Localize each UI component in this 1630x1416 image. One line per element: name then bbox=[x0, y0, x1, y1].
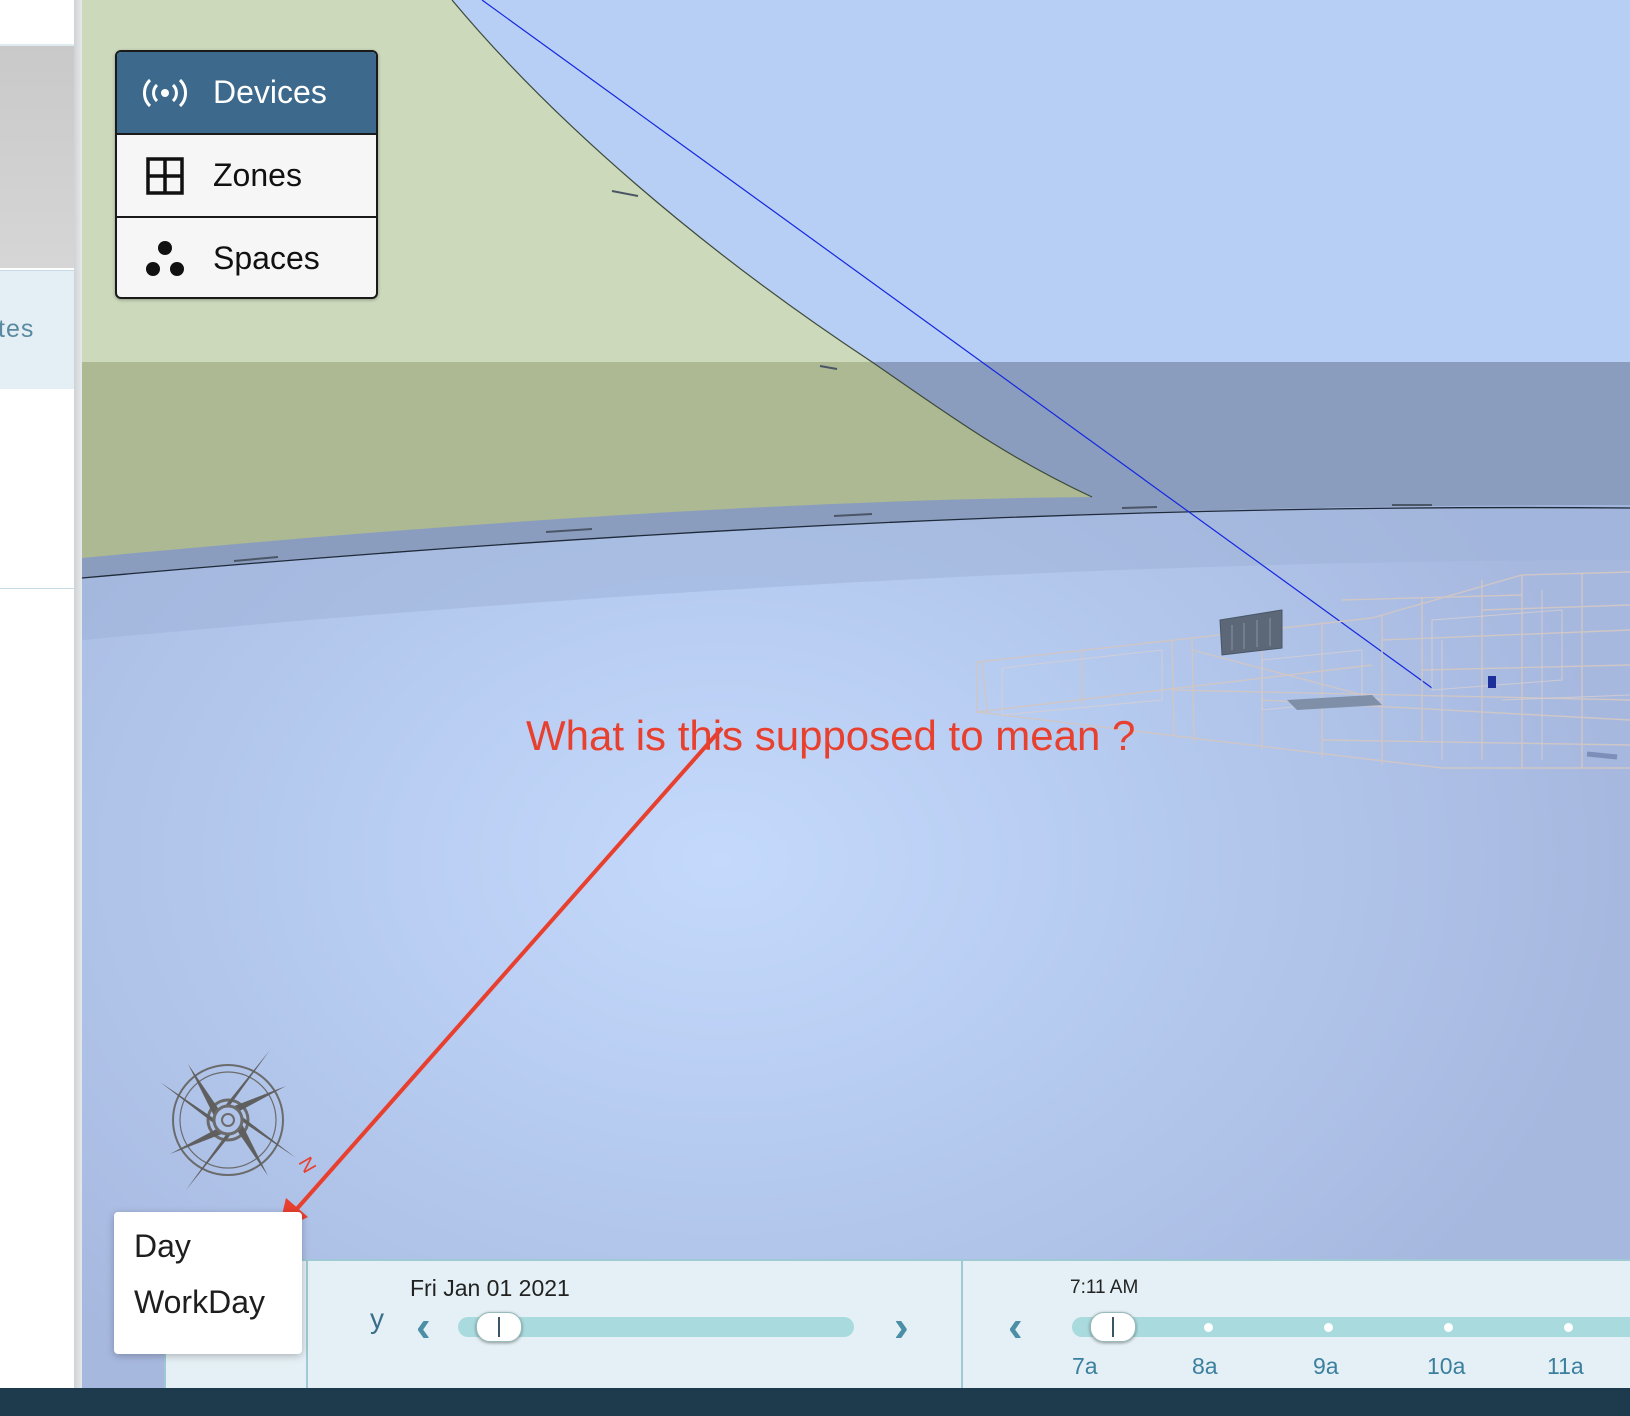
date-prev-chevron-icon[interactable]: ‹ bbox=[416, 1305, 431, 1349]
mode-value-partial: y bbox=[370, 1303, 384, 1334]
menu-item-spaces[interactable]: Spaces bbox=[117, 218, 376, 297]
time-label: 7:11 AM bbox=[1070, 1277, 1139, 1298]
building-panel bbox=[1219, 609, 1283, 656]
time-tick-dot bbox=[1444, 1323, 1453, 1332]
panel-separator bbox=[961, 1261, 963, 1388]
sidebar-divider-line bbox=[0, 588, 74, 589]
compass-north-label: N bbox=[294, 1154, 320, 1178]
time-tick-label: 10a bbox=[1427, 1353, 1466, 1379]
time-tick-label: 11a bbox=[1547, 1353, 1584, 1379]
grid-icon bbox=[117, 156, 213, 195]
annotation-arrow-line bbox=[285, 726, 724, 1222]
date-slider-thumb[interactable] bbox=[475, 1312, 522, 1342]
date-label: Fri Jan 01 2021 bbox=[410, 1275, 570, 1301]
menu-item-label: Zones bbox=[213, 157, 302, 193]
floor-patch bbox=[1287, 695, 1382, 710]
mode-option-workday[interactable]: WorkDay bbox=[134, 1284, 265, 1321]
layer-menu: Devices Zones Spaces bbox=[115, 50, 378, 299]
left-sidebar: tes bbox=[0, 0, 74, 1388]
menu-item-zones[interactable]: Zones bbox=[117, 135, 376, 218]
time-tick-label: 8a bbox=[1192, 1353, 1218, 1379]
sidebar-resize-handle[interactable] bbox=[74, 0, 82, 1388]
mode-option-day[interactable]: Day bbox=[134, 1228, 191, 1265]
time-tick-dot bbox=[1204, 1323, 1213, 1332]
sidebar-tab-notes[interactable]: tes bbox=[0, 270, 74, 389]
date-next-chevron-icon[interactable]: › bbox=[894, 1305, 909, 1349]
time-tick-label: 9a bbox=[1313, 1353, 1339, 1379]
time-tick-dot bbox=[1564, 1323, 1573, 1332]
menu-item-devices[interactable]: Devices bbox=[117, 52, 376, 135]
time-prev-chevron-icon[interactable]: ‹ bbox=[1008, 1305, 1023, 1349]
object-shadow bbox=[1586, 751, 1618, 760]
broadcast-icon bbox=[117, 77, 213, 109]
mode-dropdown-popup: Day WorkDay bbox=[114, 1212, 302, 1354]
footer-bar bbox=[0, 1388, 1630, 1416]
time-controls-panel: V y Fri Jan 01 2021 ‹ › ‹ 7:11 AM 7a 8a … bbox=[164, 1259, 1630, 1388]
time-tick-dot bbox=[1324, 1323, 1333, 1332]
menu-item-label: Devices bbox=[213, 74, 327, 110]
device-marker[interactable] bbox=[1488, 676, 1496, 688]
sidebar-tab-label: tes bbox=[0, 315, 35, 343]
menu-item-label: Spaces bbox=[213, 240, 320, 276]
compass-rose[interactable]: N bbox=[160, 1050, 320, 1190]
annotation-text: What is this supposed to mean ? bbox=[526, 712, 1136, 759]
sidebar-image-placeholder bbox=[0, 46, 74, 268]
time-slider-track[interactable] bbox=[1072, 1312, 1630, 1342]
date-slider-track[interactable] bbox=[458, 1312, 854, 1342]
sidebar-header bbox=[0, 0, 74, 46]
three-dots-icon bbox=[117, 239, 213, 279]
time-tick-label: 7a bbox=[1072, 1353, 1098, 1379]
time-slider-thumb[interactable] bbox=[1089, 1312, 1136, 1342]
panel-separator bbox=[306, 1261, 308, 1388]
